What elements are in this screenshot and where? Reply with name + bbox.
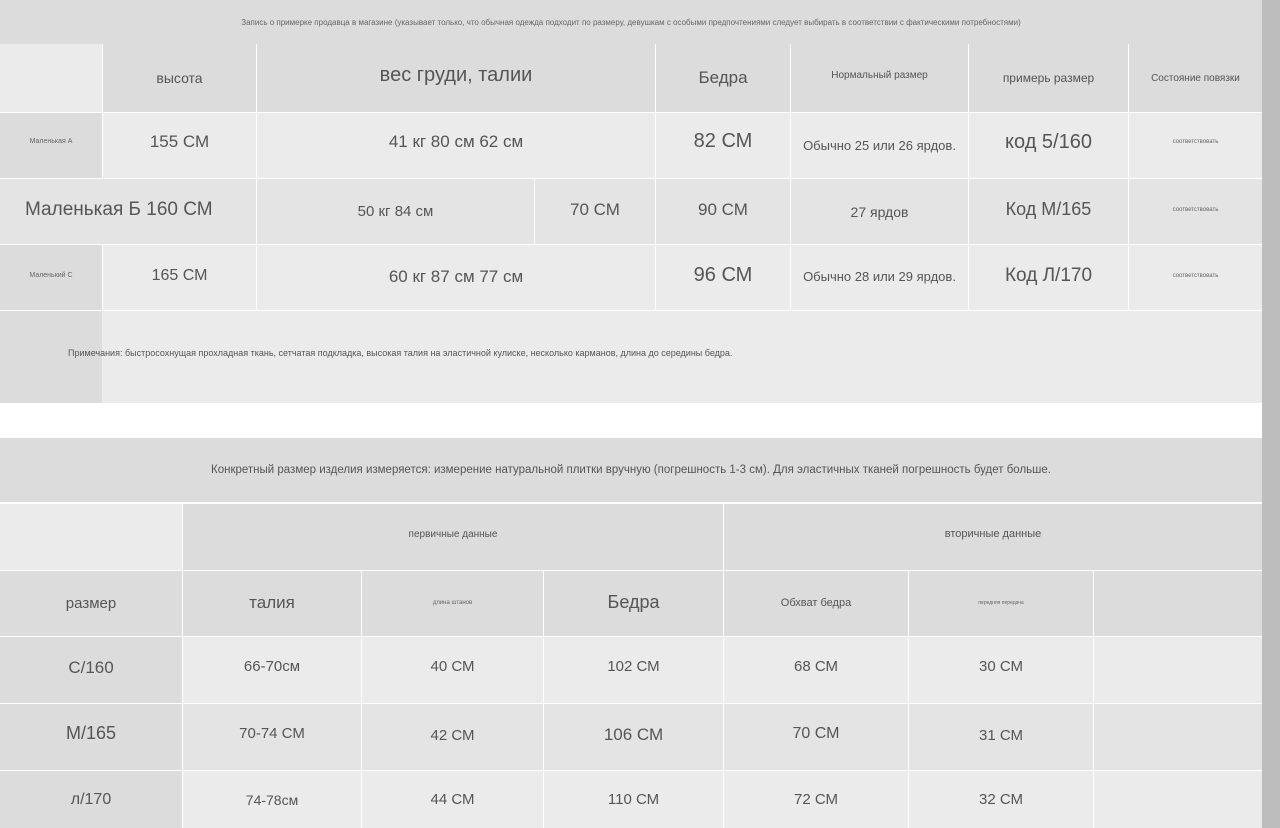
table2-header-pants-length: длина штанов <box>362 571 543 636</box>
table2-row3-thigh: 72 СМ <box>724 771 908 828</box>
table2-row1-empty <box>1094 637 1262 703</box>
table2-row1-rise: 30 СМ <box>909 637 1093 703</box>
table1-row2-measures: 50 кг 84 см <box>257 179 534 244</box>
table1-header-try-size: примерь размер <box>969 44 1128 112</box>
table2-row3-waist: 74-78см <box>183 771 361 828</box>
table2-row2-waist: 70-74 СМ <box>183 704 361 770</box>
table2-group-corner <box>0 504 182 570</box>
table1-header-height: высота <box>103 44 256 112</box>
table2-row1-thigh: 68 СМ <box>724 637 908 703</box>
table1-row3-measures: 60 кг 87 см 77 см <box>257 245 655 310</box>
table1-row1-size: код 5/160 <box>969 113 1128 178</box>
table2-row3-hips: 110 СМ <box>544 771 723 828</box>
table2-header-waist: талия <box>183 571 361 636</box>
table2-header-empty <box>1094 571 1262 636</box>
table1-row3-label: Маленький С <box>0 245 102 310</box>
table1-row3-size: Код Л/170 <box>969 245 1128 310</box>
table2-header-front-rise: передняя передача <box>909 571 1093 636</box>
table1-header-corner <box>0 44 102 112</box>
table1-row2-size: Код М/165 <box>969 179 1128 244</box>
table2-row2-length: 42 СМ <box>362 704 543 770</box>
table1-header-bandage-state: Состояние повязки <box>1129 44 1262 112</box>
table2-row2-hips: 106 СМ <box>544 704 723 770</box>
table1-header-normal-size: Нормальный размер <box>791 44 968 112</box>
table2-group-secondary: вторичные данные <box>724 504 1262 570</box>
table1-row3-normal: Обычно 28 или 29 ярдов. <box>791 245 968 310</box>
table1-row3-hips: 96 СМ <box>656 245 790 310</box>
top-note-text: Запись о примерке продавца в магазине (у… <box>241 17 1021 27</box>
top-note-bar: Запись о примерке продавца в магазине (у… <box>0 0 1262 44</box>
table1-header-hips: Бедра <box>656 44 790 112</box>
table2-row1-hips: 102 СМ <box>544 637 723 703</box>
table2-header-hips: Бедра <box>544 571 723 636</box>
table2-row3-length: 44 СМ <box>362 771 543 828</box>
table2-row1-length: 40 СМ <box>362 637 543 703</box>
table1-row2-state: соответствовать <box>1129 179 1262 244</box>
table1-row2-label: Маленькая Б 160 СМ <box>0 179 256 244</box>
table1-row1-height: 155 СМ <box>103 113 256 178</box>
table1-header-weight: вес груди, талии <box>257 44 655 112</box>
table2-row2-empty <box>1094 704 1262 770</box>
right-edge-bar <box>1262 0 1280 828</box>
table1-row3-state: соответствовать <box>1129 245 1262 310</box>
table2-header-size: размер <box>0 571 182 636</box>
table2-row2-rise: 31 СМ <box>909 704 1093 770</box>
table1-row1-label: Маленькая А <box>0 113 102 178</box>
table2-group-primary: первичные данные <box>183 504 723 570</box>
table2-row2-size: М/165 <box>0 704 182 770</box>
table1-row1-state: соответствовать <box>1129 113 1262 178</box>
table2-row3-rise: 32 СМ <box>909 771 1093 828</box>
table1-notes-text: Примечания: быстросохнущая прохладная тк… <box>68 348 733 358</box>
table1-row1-hips: 82 СМ <box>656 113 790 178</box>
table1-row1-normal: Обычно 25 или 26 ярдов. <box>791 113 968 178</box>
table1-row2-normal: 27 ярдов <box>791 179 968 244</box>
table2-row3-size: л/170 <box>0 771 182 828</box>
table2-intro-bar: Конкретный размер изделия измеряется: из… <box>0 438 1262 502</box>
table1-row2-hips: 90 СМ <box>656 179 790 244</box>
table2-row3-empty <box>1094 771 1262 828</box>
table2-header-thigh: Обхват бедра <box>724 571 908 636</box>
table1-row3-height: 165 СМ <box>103 245 256 310</box>
table2-row1-waist: 66-70см <box>183 637 361 703</box>
table2-row1-size: С/160 <box>0 637 182 703</box>
table1-row2-waist: 70 СМ <box>535 179 655 244</box>
table2-row2-thigh: 70 СМ <box>724 704 908 770</box>
table1-row1-measures: 41 кг 80 см 62 см <box>257 113 655 178</box>
